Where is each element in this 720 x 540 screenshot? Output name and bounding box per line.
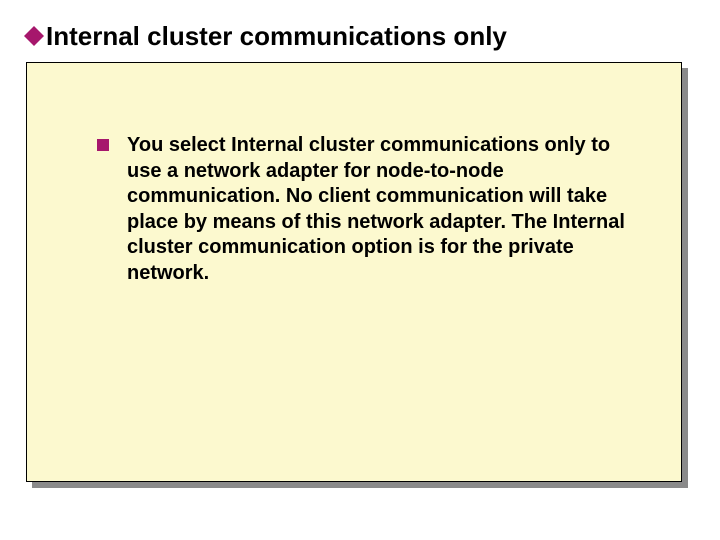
body-row: You select Internal cluster communicatio…	[97, 133, 643, 287]
content-box: You select Internal cluster communicatio…	[26, 62, 682, 482]
slide-title: Internal cluster communications only	[46, 22, 507, 52]
diamond-bullet-icon	[24, 26, 44, 46]
body-text: You select Internal cluster communicatio…	[127, 133, 643, 287]
slide-title-row: Internal cluster communications only	[24, 22, 696, 52]
slide: Internal cluster communications only You…	[0, 0, 720, 540]
square-bullet-icon	[97, 139, 109, 151]
